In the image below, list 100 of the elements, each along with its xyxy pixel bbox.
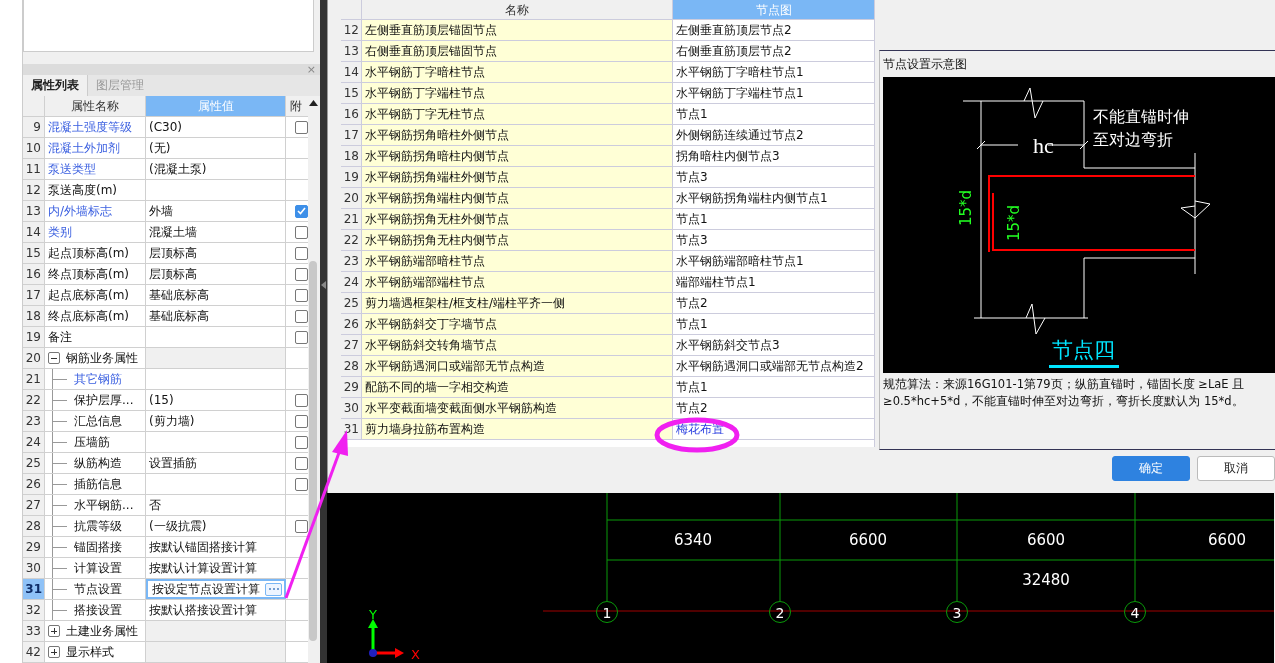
note-text: 至对边弯折 bbox=[1093, 130, 1173, 149]
row-number: 27 bbox=[341, 335, 362, 355]
column-header: 节点图 bbox=[673, 0, 875, 19]
cancel-button[interactable]: 取消 bbox=[1197, 456, 1275, 481]
node-cell: 节点3 bbox=[673, 230, 875, 250]
row-number: 11 bbox=[23, 159, 45, 179]
expand-toggle[interactable] bbox=[48, 352, 60, 364]
row-number: 20 bbox=[341, 188, 362, 208]
expand-toggle[interactable] bbox=[48, 646, 60, 658]
property-name: 终点顶标高(m) bbox=[48, 266, 130, 283]
property-value: 按默认锚固搭接计算 bbox=[146, 537, 286, 557]
property-name: 混凝土强度等级 bbox=[48, 119, 132, 136]
property-value: 混凝土墙 bbox=[146, 222, 286, 242]
property-name: 内/外墙标志 bbox=[48, 203, 113, 220]
more-button[interactable] bbox=[265, 582, 282, 596]
property-value: 外墙 bbox=[146, 201, 286, 221]
checkbox[interactable] bbox=[295, 414, 308, 428]
dimension-label: 6600 bbox=[1026, 531, 1066, 549]
expand-toggle[interactable] bbox=[48, 625, 60, 637]
row-number: 18 bbox=[341, 146, 362, 166]
tree-line bbox=[52, 579, 68, 599]
checkbox[interactable] bbox=[295, 288, 308, 302]
node-cell: 水平钢筋遇洞口或端部无节点构造2 bbox=[673, 356, 875, 376]
row-number: 12 bbox=[341, 20, 362, 40]
tree-line bbox=[52, 558, 68, 578]
scroll-up-icon[interactable] bbox=[309, 100, 318, 106]
row-number: 16 bbox=[341, 104, 362, 124]
checkbox[interactable] bbox=[295, 267, 308, 281]
row-number: 14 bbox=[341, 62, 362, 82]
property-name: 搭接设置 bbox=[74, 602, 122, 619]
axis-marker: 4 bbox=[1124, 601, 1146, 623]
node-name: 水平变截面墙变截面侧水平钢筋构造 bbox=[362, 398, 673, 418]
property-value: (剪力墙) bbox=[146, 411, 286, 431]
checkbox[interactable] bbox=[295, 330, 308, 344]
property-name: 纵筋构造 bbox=[74, 455, 122, 472]
row-number: 13 bbox=[23, 201, 45, 221]
node-name: 水平钢筋斜交丁字墙节点 bbox=[362, 314, 673, 334]
column-header: 名称 bbox=[362, 0, 673, 19]
checkbox[interactable] bbox=[295, 435, 308, 449]
row-number: 21 bbox=[341, 209, 362, 229]
node-name: 剪力墙身拉筋布置构造 bbox=[362, 419, 673, 439]
checkbox[interactable] bbox=[295, 477, 308, 491]
tree-line bbox=[52, 432, 68, 452]
row-number: 18 bbox=[23, 306, 45, 326]
row-number: 13 bbox=[341, 41, 362, 61]
dimension-label: hc bbox=[1033, 133, 1054, 158]
node-cell: 节点1 bbox=[673, 314, 875, 334]
property-name: 其它钢筋 bbox=[74, 371, 122, 388]
node-name: 水平钢筋斜交转角墙节点 bbox=[362, 335, 673, 355]
property-value: 按默认搭接设置计算 bbox=[146, 600, 286, 620]
row-number: 25 bbox=[23, 453, 45, 473]
checkbox[interactable] bbox=[295, 246, 308, 260]
node-cell: 节点1 bbox=[673, 209, 875, 229]
node-cell: 节点2 bbox=[673, 293, 875, 313]
property-value: 基础底标高 bbox=[146, 285, 286, 305]
axis-label: X bbox=[411, 647, 420, 662]
row-number: 10 bbox=[23, 138, 45, 158]
tab[interactable]: 属性列表 bbox=[23, 75, 88, 96]
tree-line bbox=[52, 411, 68, 431]
scrollbar[interactable] bbox=[308, 96, 320, 663]
value-field[interactable]: 按设定节点设置计算 bbox=[146, 579, 286, 599]
node-cell: 端部端柱节点1 bbox=[673, 272, 875, 292]
axis-marker: 1 bbox=[596, 601, 618, 623]
checkbox[interactable] bbox=[295, 204, 308, 218]
row-number: 22 bbox=[23, 390, 45, 410]
tree-line bbox=[52, 453, 68, 473]
property-value: 按默认计算设置计算 bbox=[146, 558, 286, 578]
checkbox[interactable] bbox=[295, 225, 308, 239]
node-name: 配筋不同的墙一字相交构造 bbox=[362, 377, 673, 397]
row-number: 17 bbox=[341, 125, 362, 145]
group-label: 钢筋业务属性 bbox=[66, 350, 138, 367]
property-name: 压墙筋 bbox=[74, 434, 110, 451]
row-number: 12 bbox=[23, 180, 45, 200]
column-header: 属性值 bbox=[146, 96, 286, 116]
property-name: 起点底标高(m) bbox=[48, 287, 130, 304]
node-cell: 水平钢筋丁字端柱节点1 bbox=[673, 83, 875, 103]
node-name: 水平钢筋拐角暗柱内侧节点 bbox=[362, 146, 673, 166]
node-cell: 右侧垂直筋顶层节点2 bbox=[673, 41, 875, 61]
property-name: 保护层厚... bbox=[74, 392, 134, 409]
property-name: 泵送高度(m) bbox=[48, 182, 118, 199]
checkbox[interactable] bbox=[295, 456, 308, 470]
ellipsis-icon bbox=[267, 587, 280, 591]
node-name: 左侧垂直筋顶层锚固节点 bbox=[362, 20, 673, 40]
checkbox[interactable] bbox=[295, 309, 308, 323]
axis-label: Y bbox=[369, 607, 377, 622]
confirm-button[interactable]: 确定 bbox=[1112, 456, 1190, 481]
checkbox[interactable] bbox=[295, 393, 308, 407]
row-number: 19 bbox=[341, 167, 362, 187]
length-label: 15*d bbox=[957, 189, 975, 227]
tree-line bbox=[52, 369, 68, 389]
tree-line bbox=[52, 474, 68, 494]
checkbox[interactable] bbox=[295, 120, 308, 134]
property-value: (C30) bbox=[146, 117, 286, 137]
property-name: 终点底标高(m) bbox=[48, 308, 130, 325]
caption-underline bbox=[1049, 365, 1119, 368]
checkbox[interactable] bbox=[295, 519, 308, 533]
property-name: 插筋信息 bbox=[74, 476, 122, 493]
group-label: 显示样式 bbox=[66, 644, 114, 661]
property-value: 设置插筋 bbox=[146, 453, 286, 473]
row-number: 24 bbox=[341, 272, 362, 292]
